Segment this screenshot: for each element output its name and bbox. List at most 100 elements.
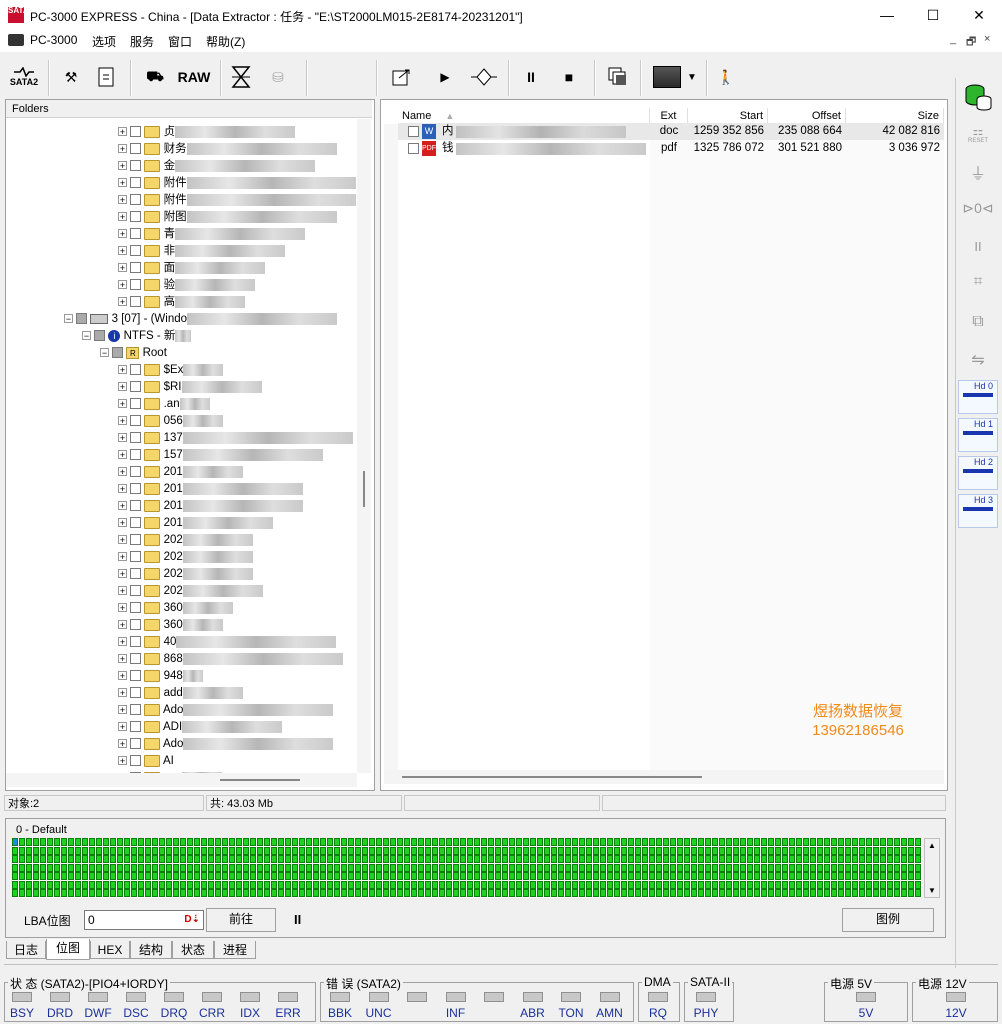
- bitmap-cell[interactable]: [397, 863, 403, 872]
- bitmap-cell[interactable]: [516, 889, 522, 897]
- folder-row[interactable]: + 202: [118, 583, 263, 600]
- bitmap-cell[interactable]: [425, 846, 431, 855]
- bitmap-cell[interactable]: [411, 872, 417, 880]
- bitmap-cell[interactable]: [404, 863, 410, 872]
- bitmap-cell[interactable]: [341, 880, 347, 889]
- folder-row[interactable]: + 056: [118, 413, 223, 430]
- bitmap-cell[interactable]: [61, 846, 67, 855]
- folder-row[interactable]: + 201: [118, 464, 243, 481]
- bitmap-cell[interactable]: [446, 855, 452, 863]
- tab-structure[interactable]: 结构: [130, 941, 172, 959]
- bitmap-cell[interactable]: [26, 863, 32, 872]
- bitmap-cell[interactable]: [516, 838, 522, 846]
- bitmap-cell[interactable]: [705, 889, 711, 897]
- tree-checkbox[interactable]: [130, 738, 142, 750]
- bitmap-cell[interactable]: [110, 872, 116, 880]
- bitmap-cell[interactable]: [173, 846, 179, 855]
- bitmap-cell[interactable]: [901, 872, 907, 880]
- bitmap-cell[interactable]: [355, 889, 361, 897]
- bitmap-cell[interactable]: [649, 863, 655, 872]
- bitmap-cell[interactable]: [551, 838, 557, 846]
- bitmap-cell[interactable]: [810, 846, 816, 855]
- bitmap-cell[interactable]: [425, 889, 431, 897]
- bitmap-cell[interactable]: [257, 855, 263, 863]
- bitmap-cell[interactable]: [586, 855, 592, 863]
- bitmap-cell[interactable]: [502, 880, 508, 889]
- bitmap-cell[interactable]: [558, 846, 564, 855]
- bitmap-cell[interactable]: [439, 872, 445, 880]
- bitmap-cell[interactable]: [908, 846, 914, 855]
- tree-checkbox[interactable]: [130, 602, 142, 614]
- bitmap-cell[interactable]: [222, 846, 228, 855]
- bitmap-cell[interactable]: [19, 846, 25, 855]
- bitmap-cell[interactable]: [432, 846, 438, 855]
- bitmap-cell[interactable]: [677, 838, 683, 846]
- bitmap-cell[interactable]: [474, 889, 480, 897]
- bitmap-cell[interactable]: [82, 838, 88, 846]
- bitmap-cell[interactable]: [271, 880, 277, 889]
- bitmap-cell[interactable]: [677, 880, 683, 889]
- bitmap-cell[interactable]: [887, 855, 893, 863]
- expand-icon[interactable]: +: [118, 739, 127, 749]
- bitmap-cell[interactable]: [866, 846, 872, 855]
- bitmap-cell[interactable]: [845, 846, 851, 855]
- bitmap-cell[interactable]: [796, 880, 802, 889]
- bitmap-cell[interactable]: [292, 889, 298, 897]
- bitmap-cell[interactable]: [789, 880, 795, 889]
- bitmap-cell[interactable]: [68, 889, 74, 897]
- bitmap-cell[interactable]: [138, 880, 144, 889]
- bitmap-cell[interactable]: [628, 863, 634, 872]
- tree-vscroll-thumb[interactable]: [363, 471, 365, 507]
- bitmap-cell[interactable]: [530, 880, 536, 889]
- bitmap-cell[interactable]: [537, 846, 543, 855]
- bitmap-cell[interactable]: [866, 889, 872, 897]
- bitmap-cell[interactable]: [642, 889, 648, 897]
- expand-icon[interactable]: +: [118, 229, 127, 239]
- bitmap-cell[interactable]: [712, 889, 718, 897]
- bitmap-cell[interactable]: [439, 855, 445, 863]
- bitmap-cell[interactable]: [572, 846, 578, 855]
- folder-row[interactable]: + .an: [118, 396, 210, 413]
- bitmap-cell[interactable]: [117, 846, 123, 855]
- bitmap-cell[interactable]: [467, 838, 473, 846]
- bitmap-cell[interactable]: [621, 889, 627, 897]
- folder-row[interactable]: + 青: [118, 226, 306, 243]
- bitmap-cell[interactable]: [488, 846, 494, 855]
- bitmap-cell[interactable]: [698, 838, 704, 846]
- bitmap-cell[interactable]: [705, 863, 711, 872]
- tree-hscrollbar[interactable]: [6, 773, 357, 787]
- tree-checkbox[interactable]: [130, 755, 142, 767]
- minimize-button[interactable]: —: [864, 0, 910, 30]
- bitmap-cell[interactable]: [159, 846, 165, 855]
- bitmap-cell[interactable]: [439, 863, 445, 872]
- bitmap-cell[interactable]: [19, 863, 25, 872]
- connect-button[interactable]: ⏚: [960, 156, 996, 188]
- bitmap-cell[interactable]: [754, 855, 760, 863]
- folder-row[interactable]: + 137: [118, 430, 353, 447]
- bitmap-cell[interactable]: [152, 872, 158, 880]
- bitmap-cell[interactable]: [306, 838, 312, 846]
- bitmap-cell[interactable]: [334, 880, 340, 889]
- bitmap-cell[interactable]: [390, 838, 396, 846]
- bitmap-cell[interactable]: [747, 880, 753, 889]
- bitmap-cell[interactable]: [719, 863, 725, 872]
- bitmap-cell[interactable]: [194, 872, 200, 880]
- bitmap-cell[interactable]: [712, 838, 718, 846]
- bitmap-cell[interactable]: [691, 872, 697, 880]
- bitmap-cell[interactable]: [285, 838, 291, 846]
- bitmap-cell[interactable]: [593, 863, 599, 872]
- bitmap-cell[interactable]: [537, 838, 543, 846]
- bitmap-cell[interactable]: [824, 889, 830, 897]
- bitmap-cell[interactable]: [278, 872, 284, 880]
- expand-icon[interactable]: +: [118, 433, 127, 443]
- bitmap-cell[interactable]: [551, 855, 557, 863]
- hd1-button[interactable]: Hd 1: [958, 418, 998, 452]
- bitmap-cell[interactable]: [222, 838, 228, 846]
- bitmap-cell[interactable]: [117, 863, 123, 872]
- bitmap-cell[interactable]: [110, 838, 116, 846]
- bitmap-cell[interactable]: [285, 855, 291, 863]
- bitmap-cell[interactable]: [96, 889, 102, 897]
- expand-icon[interactable]: +: [118, 620, 127, 630]
- tree-checkbox[interactable]: [130, 721, 142, 733]
- bitmap-cell[interactable]: [684, 872, 690, 880]
